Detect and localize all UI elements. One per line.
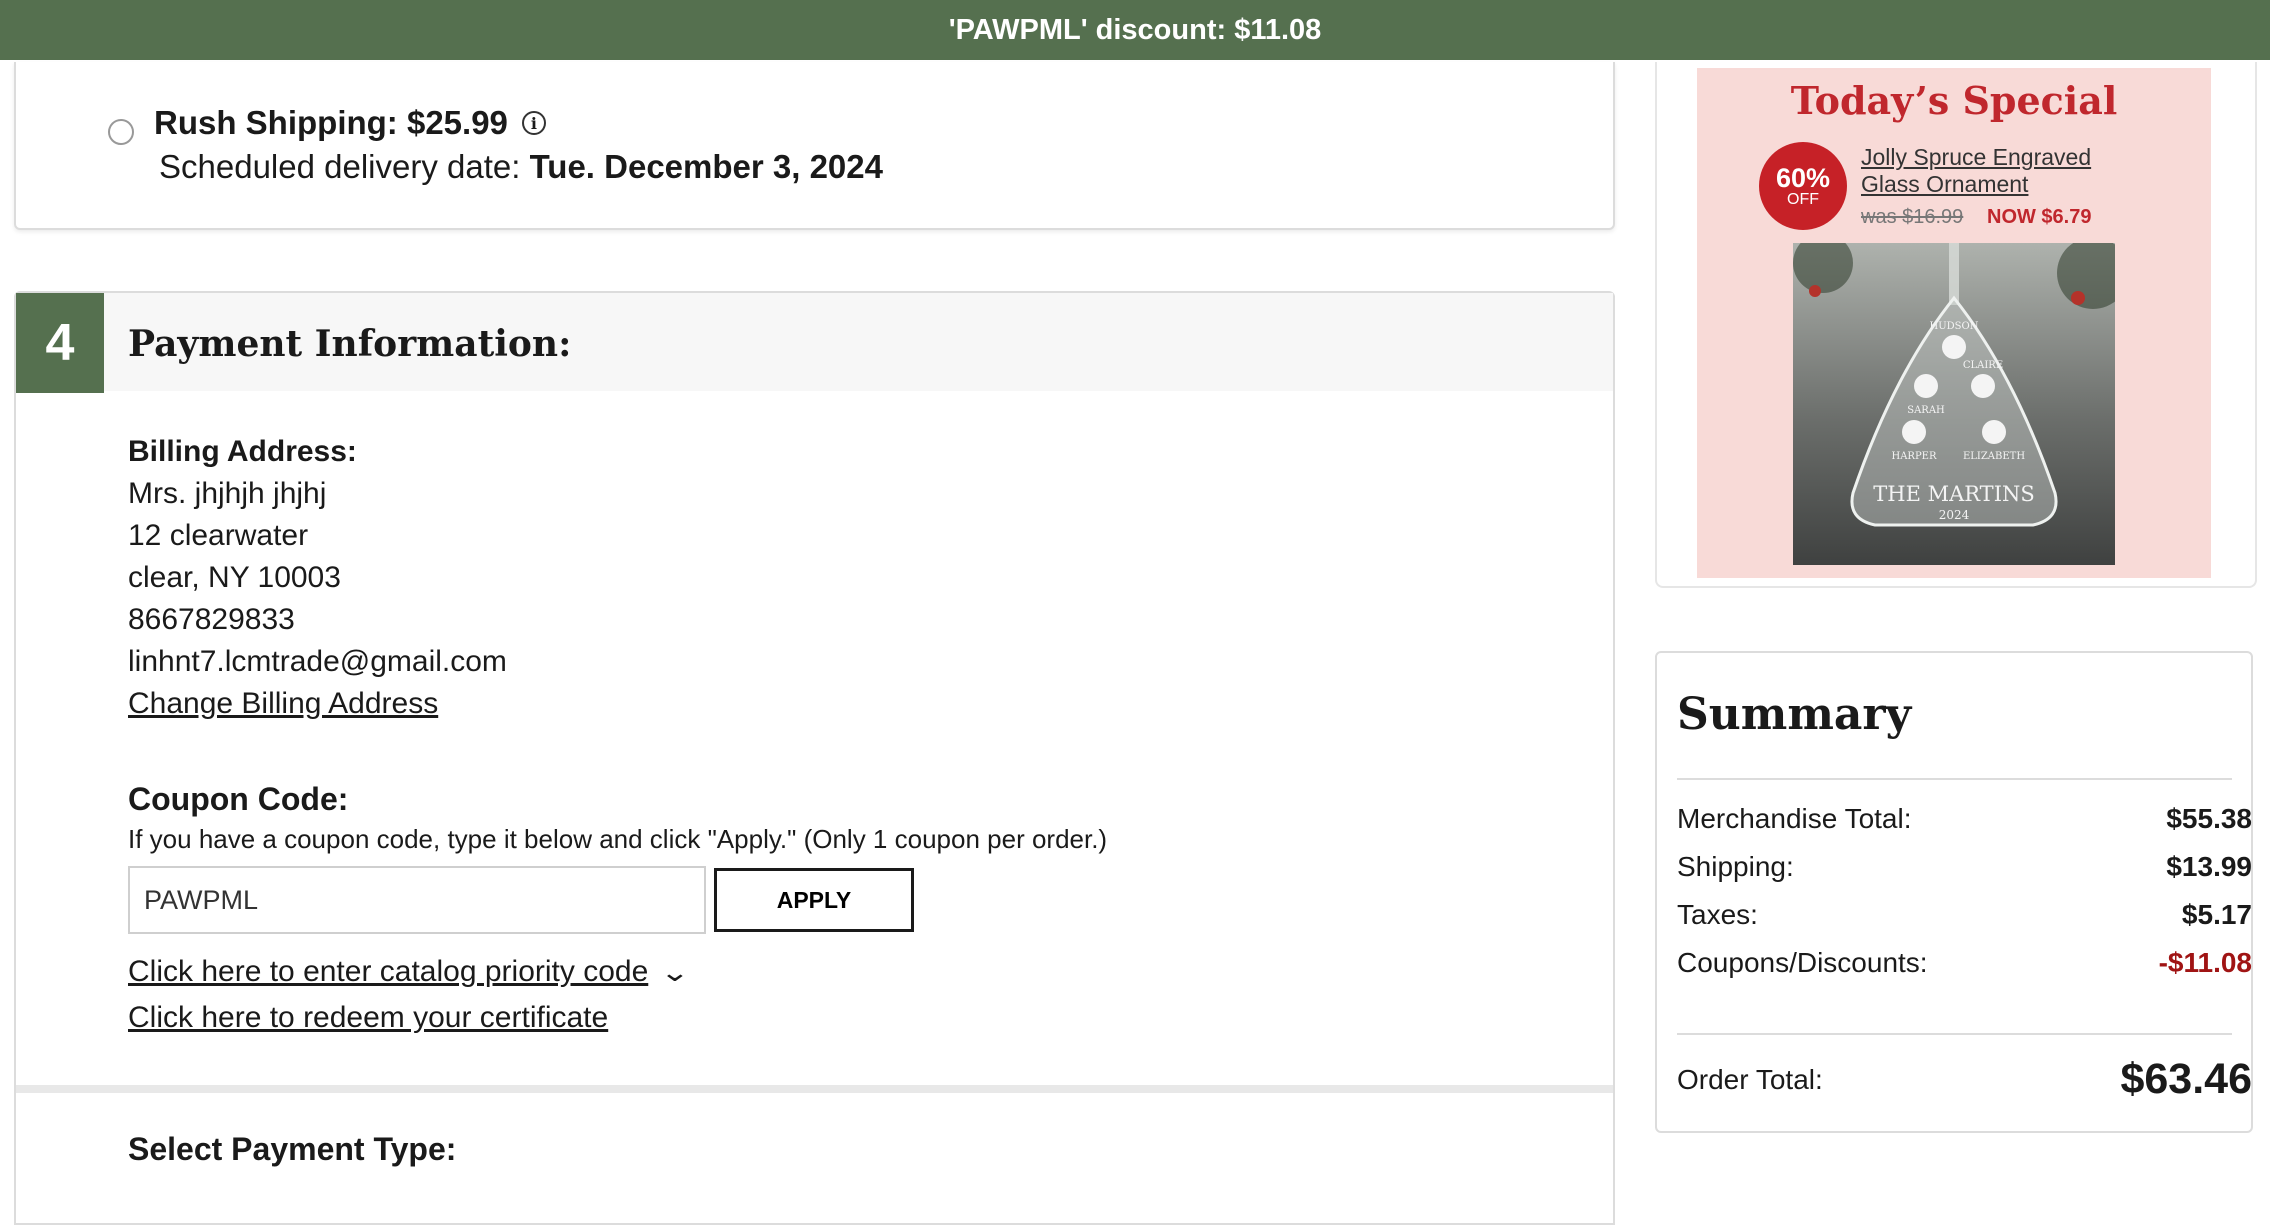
step-number: 4: [16, 293, 104, 393]
was-price: was $16.99: [1861, 206, 1964, 228]
promo-product-link[interactable]: Jolly Spruce Engraved Glass Ornament: [1861, 144, 2091, 198]
rush-shipping-label: Rush Shipping: $25.99: [154, 104, 508, 141]
redeem-certificate-link[interactable]: Click here to redeem your certificate: [128, 1001, 608, 1035]
change-billing-link[interactable]: Change Billing Address: [128, 683, 507, 725]
ornament-name-5: ELIZABETH: [1963, 451, 2025, 462]
ornament-name-2: CLAIRE: [1963, 360, 2003, 371]
summary-label: Shipping:: [1677, 851, 1794, 882]
billing-label: Billing Address:: [128, 435, 357, 468]
billing-email: linhnt7.lcmtrade@gmail.com: [128, 645, 507, 678]
summary-value: $55.38: [2166, 803, 2252, 834]
delivery-date: Scheduled delivery date: Tue. December 3…: [159, 148, 883, 186]
discount-banner: 'PAWPML' discount: $11.08: [0, 0, 2270, 60]
catalog-code-link[interactable]: Click here to enter catalog priority cod…: [128, 955, 648, 989]
chevron-down-icon[interactable]: ⌄: [660, 957, 691, 988]
ornament-illustration: HUDSON CLAIRE SARAH HARPER ELIZABETH THE…: [1793, 243, 2115, 527]
summary-row-taxes: Taxes: $5.17: [1677, 899, 2252, 931]
ornament-name-3: SARAH: [1907, 405, 1945, 416]
summary-value: -$11.08: [2158, 947, 2252, 978]
order-total: Order Total: $63.46: [1677, 1055, 2252, 1104]
apply-coupon-button[interactable]: APPLY: [714, 868, 914, 932]
summary-title: Summary: [1677, 689, 1912, 740]
summary-value: $5.17: [2181, 899, 2252, 930]
now-price: NOW $6.79: [1987, 206, 2092, 228]
catalog-code-toggle[interactable]: Click here to enter catalog priority cod…: [128, 955, 690, 989]
discount-badge: 60% OFF: [1759, 142, 1847, 230]
ornament-product-image[interactable]: HUDSON CLAIRE SARAH HARPER ELIZABETH THE…: [1793, 243, 2115, 565]
summary-value: $13.99: [2166, 851, 2252, 882]
order-total-label: Order Total:: [1677, 1063, 1823, 1095]
coupon-input[interactable]: [128, 866, 706, 934]
order-total-value: $63.46: [2120, 1055, 2252, 1103]
billing-street: 12 clearwater: [128, 519, 309, 552]
ornament-family-title: THE MARTINS: [1873, 482, 2035, 506]
rush-shipping-radio[interactable]: [108, 119, 134, 145]
summary-label: Coupons/Discounts:: [1677, 947, 1928, 978]
payment-section: 4 Payment Information: Billing Address: …: [14, 291, 1615, 1225]
billing-name: Mrs. jhjhjh jhjhj: [128, 477, 327, 510]
summary-row-shipping: Shipping: $13.99: [1677, 851, 2252, 883]
badge-percent: 60%: [1775, 163, 1831, 193]
ornament-year: 2024: [1939, 508, 1970, 522]
payment-title: Payment Information:: [128, 323, 572, 365]
coupon-label: Coupon Code:: [128, 781, 349, 817]
summary-label: Taxes:: [1677, 899, 1758, 930]
rush-shipping-option[interactable]: Rush Shipping: $25.99 i: [154, 104, 546, 142]
shipping-option-card: Rush Shipping: $25.99 i Scheduled delive…: [14, 62, 1615, 230]
section-divider: [16, 1085, 1613, 1093]
promo-product-line2: Glass Ornament: [1861, 171, 2029, 197]
summary-row-merchandise: Merchandise Total: $55.38: [1677, 803, 2252, 835]
discount-banner-text: 'PAWPML' discount: $11.08: [948, 13, 1322, 46]
delivery-date-value: Tue. December 3, 2024: [529, 148, 883, 185]
summary-label: Merchandise Total:: [1677, 803, 1912, 834]
coupon-help-text: If you have a coupon code, type it below…: [128, 824, 1108, 854]
billing-phone: 8667829833: [128, 603, 295, 636]
order-summary: Summary Merchandise Total: $55.38 Shippi…: [1655, 651, 2253, 1133]
info-icon[interactable]: i: [521, 111, 546, 135]
payment-type-label: Select Payment Type:: [128, 1131, 457, 1167]
promo-title: Today’s Special: [1790, 78, 2118, 123]
billing-address: Billing Address: Mrs. jhjhjh jhjhj 12 cl…: [128, 431, 507, 725]
delivery-date-label: Scheduled delivery date:: [159, 148, 521, 185]
summary-divider: [1677, 1033, 2232, 1035]
promo-product-line1: Jolly Spruce Engraved: [1861, 144, 2092, 170]
todays-special-ad[interactable]: Today’s Special 60% OFF Jolly Spruce Eng…: [1697, 68, 2211, 578]
ornament-name-1: HUDSON: [1930, 321, 1979, 332]
badge-off: OFF: [1787, 191, 1819, 208]
summary-divider: [1677, 778, 2232, 780]
summary-row-discounts: Coupons/Discounts: -$11.08: [1677, 947, 2252, 979]
billing-city: clear, NY 10003: [128, 561, 341, 594]
ornament-name-4: HARPER: [1891, 451, 1937, 462]
